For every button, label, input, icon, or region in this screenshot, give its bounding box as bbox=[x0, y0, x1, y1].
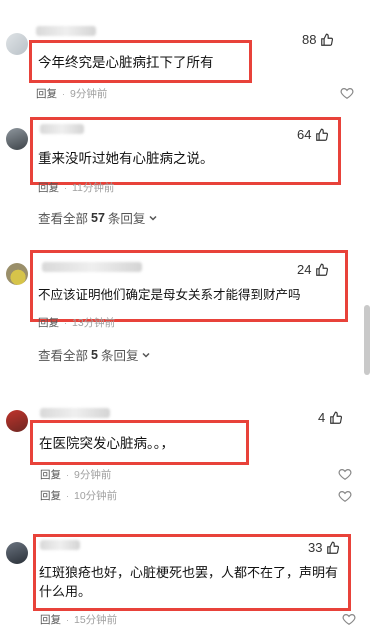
separator-dot: · bbox=[64, 182, 67, 193]
separator-dot: · bbox=[66, 490, 69, 501]
comment-text: 今年终究是心脏病扛下了所有 bbox=[38, 55, 214, 70]
timestamp: 11分钟前 bbox=[72, 182, 115, 194]
heart-icon[interactable] bbox=[340, 86, 354, 100]
comment-text: 在医院突发心脏病。。， bbox=[39, 436, 174, 451]
thumbs-up-icon bbox=[330, 411, 343, 424]
timestamp: 9分钟前 bbox=[70, 88, 108, 100]
reply-button[interactable]: 回复 bbox=[40, 467, 61, 482]
username-blurred[interactable] bbox=[36, 26, 96, 36]
view-all-replies-button[interactable]: 查看全部 57 条回复 bbox=[38, 208, 158, 227]
timestamp: 9分钟前 bbox=[74, 469, 112, 481]
heart-icon[interactable] bbox=[338, 467, 352, 481]
comment-text-line-1: 红斑狼疮也好，心脏梗死也罢，人都不在了，声明有 bbox=[39, 565, 339, 580]
comment-meta: 回复 · 9分钟前 bbox=[36, 86, 107, 101]
avatar[interactable] bbox=[6, 410, 28, 432]
scrollbar[interactable] bbox=[364, 305, 370, 375]
comment-text: 不应该证明他们确定是母女关系才能得到财产吗 bbox=[38, 288, 301, 302]
view-all-prefix: 查看全部 bbox=[38, 349, 89, 363]
timestamp: 13分钟前 bbox=[72, 317, 116, 329]
comment-meta: 回复 · 15分钟前 bbox=[40, 612, 117, 627]
comment-text: 红斑狼疮也好，心脏梗死也罢，人都不在了，声明有 什么用。 bbox=[39, 563, 338, 601]
separator-dot: · bbox=[66, 469, 69, 480]
view-all-suffix: 条回复 bbox=[107, 212, 146, 226]
like-count: 88 bbox=[302, 32, 317, 47]
reply-button[interactable]: 回复 bbox=[38, 315, 59, 330]
comment-text: 重来没听过她有心脏病之说。 bbox=[38, 151, 214, 166]
comment-meta: 回复 · 13分钟前 bbox=[38, 315, 115, 330]
comment-meta: 回复 · 11分钟前 bbox=[38, 180, 114, 195]
like-button[interactable]: 4 bbox=[318, 410, 343, 425]
chevron-down-icon bbox=[142, 352, 151, 358]
reply-button[interactable]: 回复 bbox=[40, 612, 61, 627]
avatar[interactable] bbox=[6, 542, 28, 564]
view-all-prefix: 查看全部 bbox=[38, 212, 89, 226]
thumbs-up-icon bbox=[321, 33, 334, 46]
username-blurred[interactable] bbox=[40, 408, 110, 418]
reply-count: 57 bbox=[91, 210, 105, 225]
reply-count: 5 bbox=[91, 347, 98, 362]
like-count: 4 bbox=[318, 410, 326, 425]
separator-dot: · bbox=[64, 317, 67, 328]
timestamp: 15分钟前 bbox=[74, 614, 118, 626]
timestamp: 10分钟前 bbox=[74, 490, 118, 502]
comment-text-line-2: 什么用。 bbox=[39, 584, 92, 599]
reply-button[interactable]: 回复 bbox=[38, 180, 59, 195]
avatar[interactable] bbox=[6, 128, 28, 150]
comment-meta: 回复 · 9分钟前 bbox=[40, 467, 111, 482]
view-all-suffix: 条回复 bbox=[100, 349, 139, 363]
separator-dot: · bbox=[66, 614, 69, 625]
comment-meta-2: 回复 · 10分钟前 bbox=[40, 488, 117, 503]
avatar[interactable] bbox=[6, 263, 28, 285]
reply-button[interactable]: 回复 bbox=[40, 488, 61, 503]
separator-dot: · bbox=[62, 88, 65, 99]
reply-button[interactable]: 回复 bbox=[36, 86, 57, 101]
heart-icon[interactable] bbox=[338, 489, 352, 503]
heart-icon[interactable] bbox=[342, 612, 356, 626]
view-all-replies-button[interactable]: 查看全部 5 条回复 bbox=[38, 345, 151, 364]
avatar[interactable] bbox=[6, 33, 28, 55]
like-button[interactable]: 88 bbox=[302, 32, 334, 47]
chevron-down-icon bbox=[149, 215, 157, 221]
